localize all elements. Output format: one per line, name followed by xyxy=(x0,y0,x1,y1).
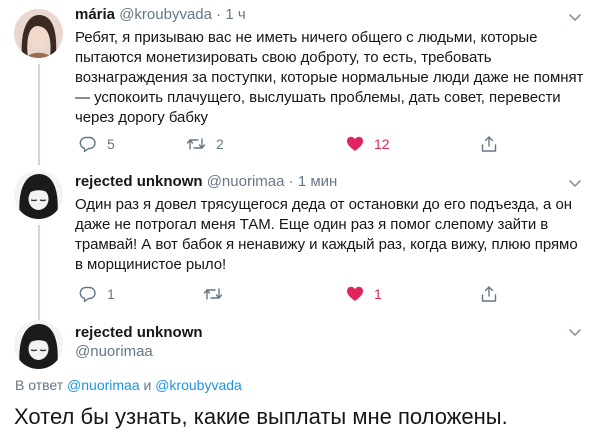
reply-prefix: В ответ xyxy=(15,377,64,393)
tweet-actions: 5 2 12 xyxy=(75,135,505,153)
tweet-header: rejected unknown @nuorimaa · 1 мин xyxy=(75,173,337,191)
share-icon xyxy=(481,136,497,152)
timestamp[interactable]: 1 мин xyxy=(298,173,338,190)
thread-line xyxy=(38,225,40,320)
thread-line xyxy=(38,64,40,165)
tweet-2[interactable]: rejected unknown @nuorimaa · 1 мин Один … xyxy=(0,160,593,320)
retweet-button[interactable]: 2 xyxy=(186,135,224,153)
like-count: 12 xyxy=(374,136,390,152)
avatar[interactable] xyxy=(14,320,63,369)
reply-and: и xyxy=(143,377,152,393)
chevron-down-icon[interactable] xyxy=(567,175,583,191)
like-button[interactable]: 1 xyxy=(346,285,382,303)
tweet-header: rejected unknown xyxy=(75,324,203,342)
chevron-down-icon[interactable] xyxy=(567,9,583,25)
tweet-text: Один раз я довел трясущегося деда от ост… xyxy=(75,196,578,273)
display-name[interactable]: rejected unknown xyxy=(75,324,203,341)
avatar[interactable] xyxy=(14,170,63,219)
display-name[interactable]: rejected unknown xyxy=(75,173,203,190)
reply-button[interactable]: 5 xyxy=(79,135,115,153)
separator-dot: · xyxy=(216,6,222,23)
heart-icon xyxy=(347,286,363,301)
share-button[interactable] xyxy=(480,285,498,303)
reply-icon xyxy=(79,286,96,303)
reply-button[interactable]: 1 xyxy=(79,285,115,303)
share-button[interactable] xyxy=(480,135,498,153)
retweet-icon xyxy=(203,288,223,300)
chevron-down-icon[interactable] xyxy=(567,324,583,340)
user-handle[interactable]: @kroubyvada xyxy=(119,6,212,23)
retweet-count: 2 xyxy=(216,136,224,152)
tweet-actions: 1 1 xyxy=(75,285,505,303)
reply-icon xyxy=(79,136,96,153)
reply-user-link[interactable]: @nuorimaa xyxy=(67,377,140,393)
reply-context: В ответ @nuorimaa и @kroubyvada xyxy=(15,377,242,393)
user-handle[interactable]: @nuorimaa xyxy=(75,343,153,360)
reply-count: 1 xyxy=(107,286,115,302)
tweet-header: mária @kroubyvada · 1 ч xyxy=(75,6,246,24)
retweet-icon xyxy=(186,138,206,150)
tweet-text: Ребят, я призываю вас не иметь ничего об… xyxy=(75,29,584,126)
reply-user-link[interactable]: @kroubyvada xyxy=(155,377,242,393)
reply-count: 5 xyxy=(107,136,115,152)
separator-dot: · xyxy=(288,173,294,190)
retweet-button[interactable] xyxy=(203,285,233,303)
timestamp[interactable]: 1 ч xyxy=(225,6,245,23)
avatar[interactable] xyxy=(14,9,63,58)
like-count: 1 xyxy=(374,286,382,302)
heart-icon xyxy=(347,136,363,151)
tweet-1[interactable]: mária @kroubyvada · 1 ч Ребят, я призыва… xyxy=(0,0,593,165)
tweet-handle-line: @nuorimaa xyxy=(75,343,153,361)
like-button[interactable]: 12 xyxy=(346,135,390,153)
share-icon xyxy=(481,286,497,302)
user-handle[interactable]: @nuorimaa xyxy=(207,173,285,190)
focused-tweet-text: Хотел бы узнать, какие выплаты мне полож… xyxy=(14,404,508,429)
display-name[interactable]: mária xyxy=(75,6,115,23)
